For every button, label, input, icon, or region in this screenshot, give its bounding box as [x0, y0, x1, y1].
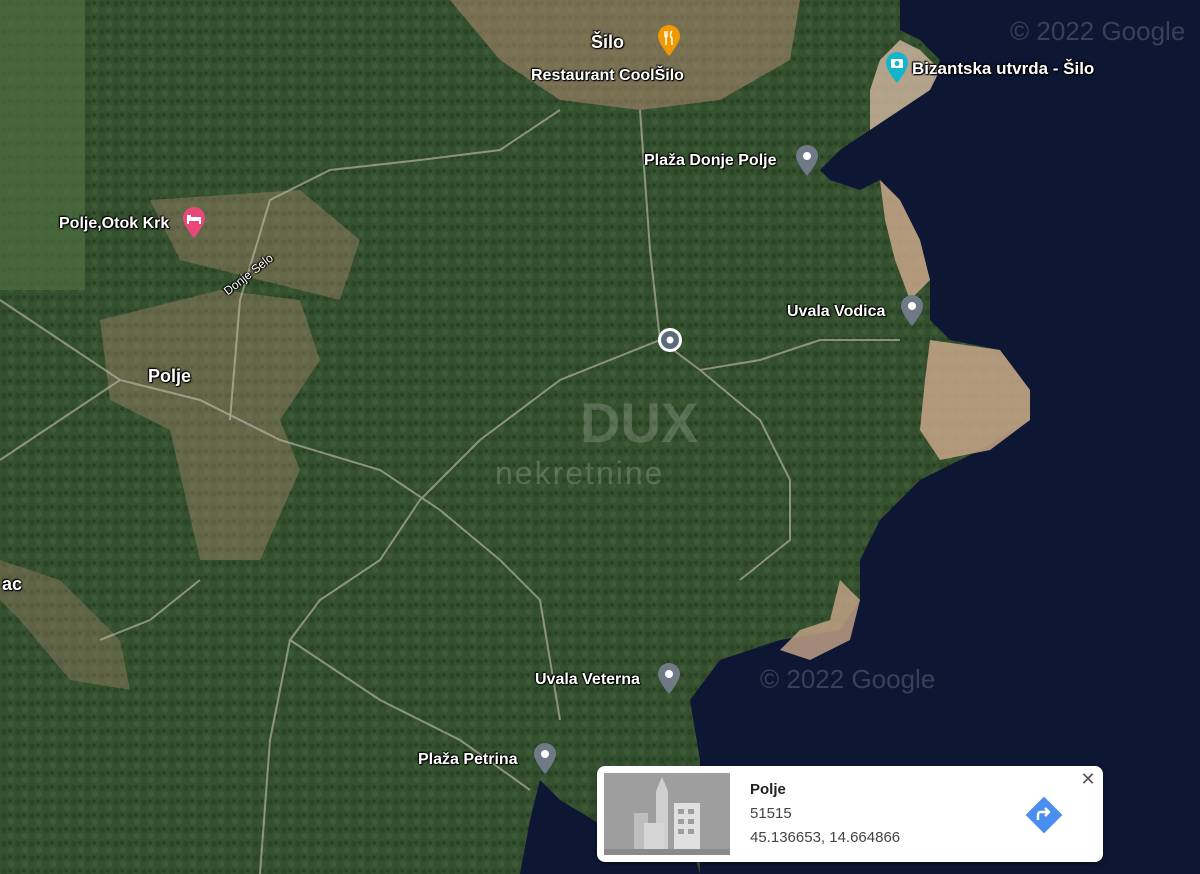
card-postal-code: 51515	[750, 805, 792, 822]
place-pin-icon[interactable]	[899, 295, 925, 327]
place-pin-icon[interactable]	[794, 145, 820, 177]
place-label-silo[interactable]: Šilo	[591, 32, 624, 53]
place-pin-icon[interactable]	[532, 743, 558, 775]
place-label-plaza-donje-polje[interactable]: Plaža Donje Polje	[644, 152, 776, 170]
city-placeholder-icon	[604, 773, 730, 855]
place-label-polje-otok-krk[interactable]: Polje,Otok Krk	[59, 215, 169, 233]
place-label-plaza-petrina[interactable]: Plaža Petrina	[418, 751, 518, 769]
place-pin-icon[interactable]	[656, 663, 682, 695]
restaurant-pin-icon[interactable]	[656, 25, 682, 57]
place-label-partial-ac[interactable]: ac	[2, 574, 22, 595]
place-info-card[interactable]: Polje 51515 45.136653, 14.664866 ✕	[597, 766, 1103, 862]
place-label-uvala-veterna[interactable]: Uvala Veterna	[535, 671, 640, 689]
place-label-restaurant[interactable]: Restaurant CoolŠilo	[531, 67, 684, 85]
card-title: Polje	[750, 781, 786, 798]
place-label-polje[interactable]: Polje	[148, 366, 191, 387]
place-label-bizantska[interactable]: Bizantska utvrda - Šilo	[912, 59, 1094, 79]
place-thumbnail[interactable]	[604, 773, 730, 855]
directions-icon[interactable]	[1025, 796, 1063, 834]
hotel-pin-icon[interactable]	[181, 207, 207, 239]
card-coordinates: 45.136653, 14.664866	[750, 829, 901, 846]
selected-location-marker[interactable]	[658, 328, 682, 352]
place-label-uvala-vodica[interactable]: Uvala Vodica	[787, 303, 885, 321]
close-icon[interactable]: ✕	[1079, 770, 1097, 788]
attraction-pin-icon[interactable]	[884, 52, 910, 84]
brand-watermark-sub: nekretnine	[495, 455, 665, 491]
copyright-watermark-bottom: © 2022 Google	[760, 664, 936, 694]
brand-watermark: DUX	[580, 391, 699, 454]
copyright-watermark-top: © 2022 Google	[1010, 16, 1186, 46]
